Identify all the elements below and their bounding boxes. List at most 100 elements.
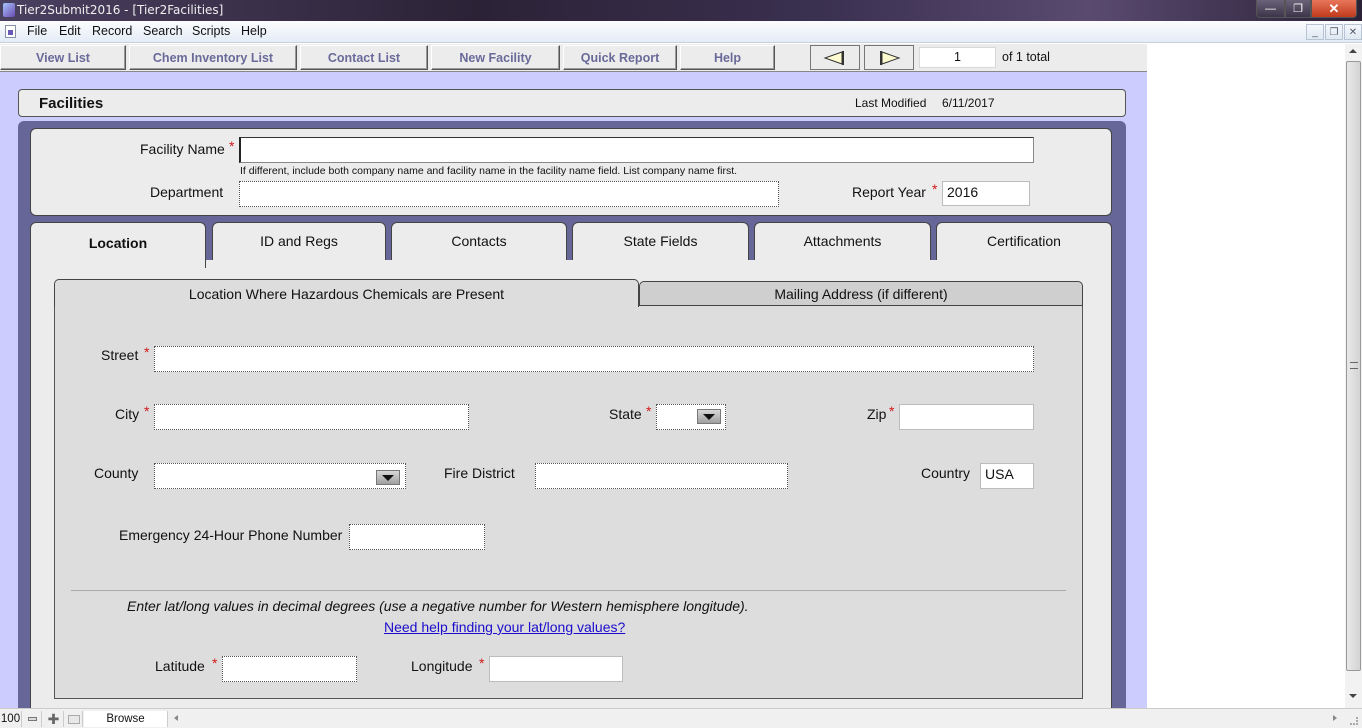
zip-label: Zip bbox=[867, 406, 887, 422]
tab-contacts[interactable]: Contacts bbox=[391, 222, 567, 264]
menu-bar: File Edit Record Search Scripts Help _ ❐… bbox=[0, 21, 1362, 43]
restore-icon: ❐ bbox=[1293, 3, 1303, 15]
zip-input[interactable] bbox=[899, 404, 1034, 430]
toggle-status-area-button[interactable] bbox=[65, 711, 83, 727]
document-icon[interactable] bbox=[5, 25, 16, 38]
scroll-down-icon[interactable] bbox=[1349, 694, 1357, 698]
chevron-down-icon[interactable] bbox=[697, 409, 721, 424]
zoom-in-button[interactable]: ✚ bbox=[44, 711, 64, 727]
street-label: Street bbox=[101, 347, 139, 363]
mdi-close-button[interactable]: ✕ bbox=[1344, 24, 1362, 40]
window-minimize-button[interactable]: — bbox=[1256, 0, 1285, 18]
chevron-down-icon[interactable] bbox=[376, 470, 400, 485]
view-list-button[interactable]: View List bbox=[0, 45, 126, 70]
report-year-label: Report Year bbox=[852, 184, 926, 200]
record-number-field[interactable]: 1 bbox=[919, 47, 996, 68]
window-title: Tier2Submit2016 - [Tier2Facilities] bbox=[17, 3, 224, 17]
facility-name-input[interactable] bbox=[239, 137, 1034, 163]
scroll-right-icon[interactable] bbox=[1333, 715, 1337, 721]
menu-edit[interactable]: Edit bbox=[59, 24, 81, 38]
latlong-instructions: Enter lat/long values in decimal degrees… bbox=[127, 598, 749, 614]
help-button[interactable]: Help bbox=[680, 45, 775, 70]
subtab-mailing-address[interactable]: Mailing Address (if different) bbox=[639, 281, 1083, 306]
facility-info-panel: Facility Name * If different, include bo… bbox=[30, 128, 1112, 216]
required-marker: * bbox=[479, 655, 485, 671]
required-marker: * bbox=[932, 181, 938, 197]
state-label: State bbox=[609, 406, 642, 422]
next-record-button[interactable] bbox=[864, 45, 914, 70]
fire-district-input[interactable] bbox=[535, 463, 788, 489]
chem-inventory-list-button[interactable]: Chem Inventory List bbox=[129, 45, 297, 70]
required-marker: * bbox=[144, 403, 150, 419]
vertical-scrollbar[interactable] bbox=[1345, 44, 1362, 708]
report-year-input[interactable]: 2016 bbox=[942, 181, 1030, 206]
blank-area bbox=[1147, 44, 1345, 708]
fire-district-label: Fire District bbox=[444, 465, 515, 481]
prev-record-icon bbox=[823, 50, 844, 65]
status-bar: 100 ✚ Browse bbox=[0, 708, 1362, 728]
country-label: Country bbox=[921, 465, 971, 481]
latitude-label: Latitude bbox=[155, 658, 205, 674]
resize-grip-icon[interactable] bbox=[1350, 717, 1358, 725]
required-marker: * bbox=[889, 403, 895, 419]
state-dropdown[interactable] bbox=[656, 404, 726, 430]
divider bbox=[71, 590, 1066, 591]
facility-name-hint: If different, include both company name … bbox=[240, 165, 738, 177]
last-modified-label: Last Modified bbox=[855, 96, 927, 110]
tab-attachments[interactable]: Attachments bbox=[754, 222, 931, 264]
emergency-phone-input[interactable] bbox=[349, 524, 485, 550]
prev-record-button[interactable] bbox=[810, 45, 860, 70]
county-label: County bbox=[94, 465, 139, 481]
window-restore-button[interactable]: ❐ bbox=[1285, 0, 1311, 18]
department-input[interactable] bbox=[239, 181, 779, 207]
latlong-help-link[interactable]: Need help finding your lat/long values? bbox=[384, 619, 625, 635]
required-marker: * bbox=[144, 344, 150, 360]
record-total: of 1 total bbox=[1002, 50, 1050, 64]
new-facility-button[interactable]: New Facility bbox=[431, 45, 560, 70]
plus-icon: ✚ bbox=[47, 710, 60, 727]
required-marker: * bbox=[646, 403, 652, 419]
zoom-level[interactable]: 100 bbox=[0, 711, 22, 727]
city-input[interactable] bbox=[154, 404, 469, 430]
longitude-label: Longitude bbox=[411, 658, 473, 674]
mdi-minimize-button[interactable]: _ bbox=[1306, 24, 1324, 40]
longitude-input[interactable] bbox=[489, 656, 623, 682]
contact-list-button[interactable]: Contact List bbox=[300, 45, 428, 70]
close-icon: ✕ bbox=[1348, 26, 1358, 38]
menu-search[interactable]: Search bbox=[143, 24, 183, 38]
subtab-hazardous-location[interactable]: Location Where Hazardous Chemicals are P… bbox=[54, 279, 639, 307]
mode-indicator[interactable]: Browse bbox=[84, 711, 168, 727]
minimize-icon: — bbox=[1265, 2, 1276, 15]
zoom-out-button[interactable] bbox=[24, 711, 42, 727]
country-input[interactable]: USA bbox=[980, 463, 1034, 489]
minimize-icon: _ bbox=[1312, 26, 1318, 38]
scroll-up-icon[interactable] bbox=[1349, 49, 1357, 53]
street-input[interactable] bbox=[154, 346, 1034, 372]
menu-record[interactable]: Record bbox=[92, 24, 132, 38]
nav-toolbar: View List Chem Inventory List Contact Li… bbox=[0, 44, 1147, 72]
required-marker: * bbox=[212, 655, 218, 671]
tab-location[interactable]: Location bbox=[30, 222, 206, 268]
quick-report-button[interactable]: Quick Report bbox=[563, 45, 677, 70]
facility-name-label: Facility Name bbox=[140, 141, 225, 157]
menu-file[interactable]: File bbox=[27, 24, 47, 38]
county-value bbox=[155, 466, 163, 470]
scrollbar-thumb[interactable] bbox=[1346, 61, 1361, 671]
city-label: City bbox=[115, 406, 140, 422]
menu-scripts[interactable]: Scripts bbox=[192, 24, 230, 38]
county-dropdown[interactable] bbox=[154, 463, 406, 489]
department-label: Department bbox=[150, 184, 224, 200]
state-value bbox=[657, 407, 665, 411]
window-close-button[interactable]: ✕ bbox=[1311, 0, 1357, 18]
mdi-restore-button[interactable]: ❐ bbox=[1325, 24, 1343, 40]
layout-area: View List Chem Inventory List Contact Li… bbox=[0, 44, 1147, 708]
next-record-icon bbox=[880, 50, 901, 65]
tab-state-fields[interactable]: State Fields bbox=[572, 222, 749, 264]
latitude-input[interactable] bbox=[222, 656, 357, 682]
scroll-left-icon[interactable] bbox=[174, 715, 178, 721]
menu-help[interactable]: Help bbox=[241, 24, 267, 38]
status-area-icon bbox=[67, 714, 80, 724]
tab-certification[interactable]: Certification bbox=[936, 222, 1112, 264]
tab-id-and-regs[interactable]: ID and Regs bbox=[212, 222, 386, 264]
required-marker: * bbox=[229, 138, 235, 154]
